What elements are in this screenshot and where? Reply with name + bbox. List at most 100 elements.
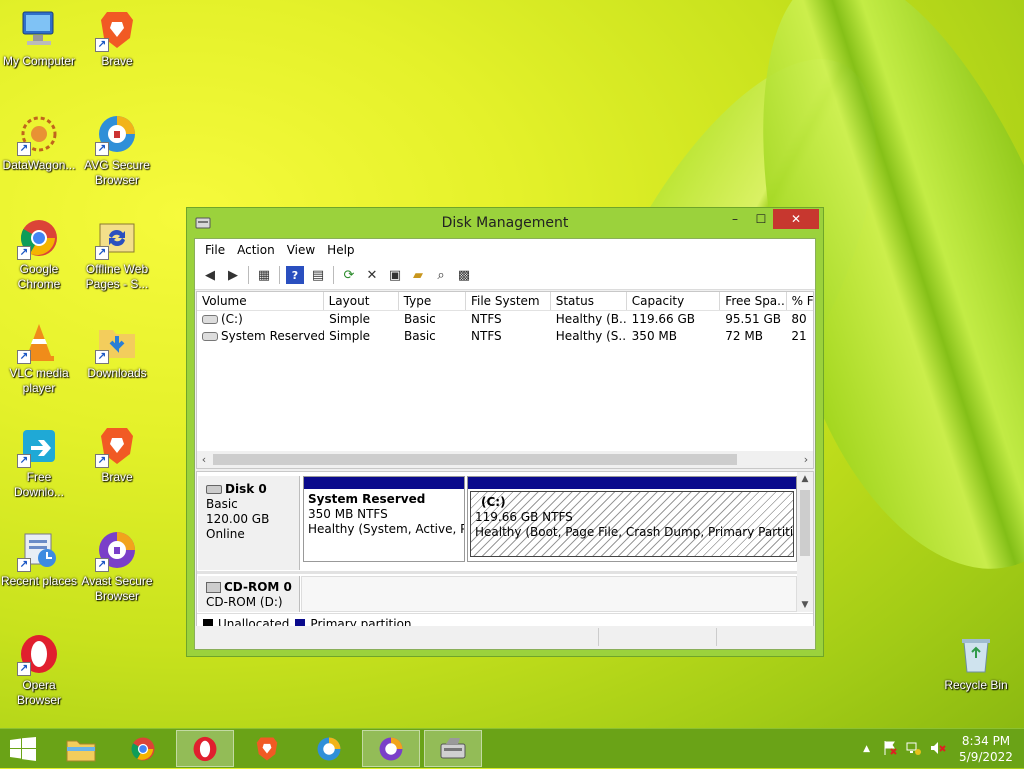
start-button[interactable] bbox=[8, 737, 38, 761]
show-hide-console-tree-icon[interactable]: ▦ bbox=[255, 266, 273, 284]
desktop-icon-my-computer[interactable]: My Computer bbox=[0, 8, 78, 69]
column-header-layout[interactable]: Layout bbox=[324, 292, 399, 310]
chrome-icon bbox=[131, 737, 155, 760]
disk-0-size: 120.00 GB bbox=[206, 512, 270, 526]
scroll-up-icon[interactable]: ▲ bbox=[797, 472, 813, 486]
vertical-scrollbar[interactable]: ▲ ▼ bbox=[797, 472, 813, 612]
cell-type: Basic bbox=[404, 329, 436, 343]
shortcut-arrow-icon: ↗ bbox=[95, 38, 109, 52]
desktop-icon-label: Brave bbox=[101, 54, 133, 68]
primary-partition-bar bbox=[468, 477, 796, 489]
horizontal-scroll-thumb[interactable] bbox=[213, 454, 737, 465]
menu-file[interactable]: File bbox=[199, 243, 231, 257]
menu-view[interactable]: View bbox=[281, 243, 321, 257]
disk-management-icon bbox=[440, 737, 466, 758]
partition-system-reserved[interactable]: System Reserved 350 MB NTFS Healthy (Sys… bbox=[303, 476, 465, 562]
desktop-icon-label: Brave bbox=[101, 470, 133, 484]
scroll-right-icon[interactable]: › bbox=[799, 451, 813, 468]
desktop-icon-avast-secure-browser[interactable]: ↗ Avast Secure Browser bbox=[78, 528, 156, 604]
shortcut-arrow-icon: ↗ bbox=[17, 662, 31, 676]
clock[interactable]: 8:34 PM 5/9/2022 bbox=[956, 733, 1016, 765]
desktop-icon-brave[interactable]: ↗ Brave bbox=[78, 424, 156, 485]
clock-date: 5/9/2022 bbox=[959, 750, 1013, 764]
help-icon[interactable]: ? bbox=[286, 266, 304, 284]
taskbar-avg-browser[interactable] bbox=[300, 730, 358, 767]
disk-management-window: Disk Management – ☐ ✕ File Action View H… bbox=[186, 207, 824, 657]
partition-size: 119.66 GB NTFS bbox=[475, 510, 573, 524]
table-row[interactable]: System Reserved Simple Basic NTFS Health… bbox=[197, 328, 813, 345]
taskbar-brave[interactable] bbox=[238, 730, 296, 767]
desktop-icon-free-download[interactable]: ↗ Free Downlo... bbox=[0, 424, 78, 500]
menu-help[interactable]: Help bbox=[321, 243, 360, 257]
menu-action[interactable]: Action bbox=[231, 243, 281, 257]
close-button[interactable]: ✕ bbox=[773, 209, 819, 229]
column-header-free-space[interactable]: Free Spa... bbox=[720, 292, 787, 310]
desktop-icon-offline-web-pages[interactable]: ↗ Offline Web Pages - S... bbox=[78, 216, 156, 292]
taskbar-chrome[interactable] bbox=[114, 730, 172, 767]
show-action-pane-icon[interactable]: ▤ bbox=[309, 266, 327, 284]
scroll-down-icon[interactable]: ▼ bbox=[797, 598, 813, 612]
maximize-button[interactable]: ☐ bbox=[747, 209, 775, 229]
cell-volume-text: System Reserved bbox=[221, 329, 325, 343]
horizontal-scrollbar[interactable]: ‹ › bbox=[197, 451, 813, 468]
cell-file-system: NTFS bbox=[471, 329, 502, 343]
action-center-flag-icon[interactable] bbox=[882, 740, 898, 759]
properties-icon[interactable]: ▣ bbox=[386, 266, 404, 284]
desktop-icon-label: Avast Secure Browser bbox=[81, 574, 153, 603]
back-arrow-icon[interactable]: ◀ bbox=[201, 266, 219, 284]
taskbar-avast-browser[interactable] bbox=[362, 730, 420, 767]
cell-free-space: 72 MB bbox=[725, 329, 763, 343]
cell-layout: Simple bbox=[329, 312, 371, 326]
disk-properties-icon[interactable]: ▩ bbox=[455, 266, 473, 284]
volume-muted-icon[interactable] bbox=[930, 740, 946, 759]
desktop-icon-google-chrome[interactable]: ↗ Google Chrome bbox=[0, 216, 78, 292]
desktop-icon-avg-secure-browser[interactable]: ↗ AVG Secure Browser bbox=[78, 112, 156, 188]
taskbar-disk-management[interactable] bbox=[424, 730, 482, 767]
desktop-icon-brave[interactable]: ↗ Brave bbox=[78, 8, 156, 69]
avast-browser-icon: ↗ bbox=[95, 528, 139, 572]
column-header-percent-free[interactable]: % F bbox=[787, 292, 813, 310]
table-row[interactable]: (C:) Simple Basic NTFS Healthy (B... 119… bbox=[197, 311, 813, 328]
desktop-icon-downloads[interactable]: ↗ Downloads bbox=[78, 320, 156, 381]
disk-0-info[interactable]: Disk 0 Basic 120.00 GB Online bbox=[198, 476, 300, 570]
column-header-status[interactable]: Status bbox=[551, 292, 627, 310]
explore-icon[interactable]: ⌕ bbox=[432, 266, 450, 284]
desktop-icon-vlc[interactable]: ↗ VLC media player bbox=[0, 320, 78, 396]
title-bar[interactable]: Disk Management – ☐ ✕ bbox=[187, 208, 823, 238]
desktop-icon-datawagon[interactable]: ↗ DataWagon... bbox=[0, 112, 78, 173]
minimize-button[interactable]: – bbox=[721, 209, 749, 229]
shortcut-arrow-icon: ↗ bbox=[95, 350, 109, 364]
forward-arrow-icon[interactable]: ▶ bbox=[224, 266, 242, 284]
cdrom-0-sub: CD-ROM (D:) bbox=[206, 595, 283, 609]
shortcut-arrow-icon: ↗ bbox=[17, 350, 31, 364]
desktop-icon-label: Downloads bbox=[87, 366, 147, 380]
column-header-type[interactable]: Type bbox=[399, 292, 466, 310]
partition-size: 350 MB NTFS bbox=[308, 507, 388, 521]
downloads-folder-icon: ↗ bbox=[95, 320, 139, 364]
desktop-icon-label: Offline Web Pages - S... bbox=[85, 262, 149, 291]
cdrom-0-media-area[interactable] bbox=[301, 576, 797, 612]
taskbar-file-explorer[interactable] bbox=[52, 730, 110, 767]
cd-drive-icon bbox=[206, 582, 221, 593]
cell-percent-free: 21 bbox=[791, 329, 807, 343]
desktop-icon-recycle-bin[interactable]: Recycle Bin bbox=[936, 632, 1016, 693]
status-bar bbox=[196, 626, 814, 648]
network-icon[interactable] bbox=[906, 740, 922, 759]
open-folder-icon[interactable]: ▰ bbox=[409, 266, 427, 284]
vertical-scroll-thumb[interactable] bbox=[800, 490, 810, 556]
shortcut-arrow-icon: ↗ bbox=[95, 454, 109, 468]
scroll-left-icon[interactable]: ‹ bbox=[197, 451, 211, 468]
partition-c-drive[interactable]: (C:) 119.66 GB NTFS Healthy (Boot, Page … bbox=[467, 476, 797, 562]
delete-icon[interactable]: ✕ bbox=[363, 266, 381, 284]
avg-browser-icon: ↗ bbox=[95, 112, 139, 156]
column-header-file-system[interactable]: File System bbox=[466, 292, 551, 310]
taskbar-opera[interactable] bbox=[176, 730, 234, 767]
desktop-icon-recent-places[interactable]: ↗ Recent places bbox=[0, 528, 78, 589]
cdrom-0-info[interactable]: CD-ROM 0 CD-ROM (D:) bbox=[198, 576, 300, 612]
desktop-icon-opera[interactable]: ↗ Opera Browser bbox=[0, 632, 78, 708]
column-header-volume[interactable]: Volume bbox=[197, 292, 324, 310]
show-hidden-icons-icon[interactable]: ▲ bbox=[863, 744, 870, 754]
refresh-icon[interactable]: ⟳ bbox=[340, 266, 358, 284]
opera-icon bbox=[193, 736, 217, 761]
column-header-capacity[interactable]: Capacity bbox=[627, 292, 721, 310]
